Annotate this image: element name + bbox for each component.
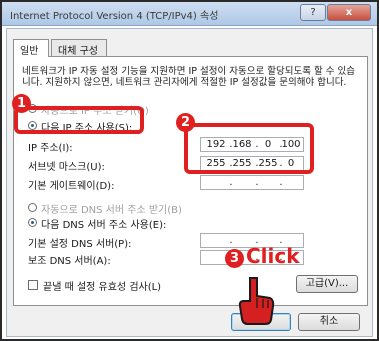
gateway-label: 기본 게이트웨이(D):: [28, 181, 115, 192]
highlight-manual-ip: [14, 106, 144, 134]
auto-dns-label: 자동으로 DNS 서버 주소 받기(B): [41, 205, 182, 216]
validate-checkbox[interactable]: [28, 280, 38, 290]
window-title: Internet Protocol Version 4 (TCP/IPv4) 속…: [10, 11, 219, 22]
general-panel: 네트워크가 IP 자동 설정 기능을 지원하면 IP 설정이 자동으로 할당되도…: [13, 56, 368, 306]
dialog-body: 일반 대체 구성 네트워크가 IP 자동 설정 기능을 지원하면 IP 설정이 …: [6, 28, 373, 337]
preferred-dns-label: 기본 설정 DNS 서버(P):: [28, 239, 132, 250]
title-bar: Internet Protocol Version 4 (TCP/IPv4) 속…: [2, 2, 377, 26]
highlight-ip-fields: [184, 123, 314, 174]
close-button[interactable]: x: [327, 4, 371, 21]
tab-alternate-config[interactable]: 대체 구성: [51, 39, 107, 57]
tab-general[interactable]: 일반: [13, 39, 49, 57]
validate-label: 끝낼 때 설정 유효성 검사(L): [43, 282, 162, 293]
manual-dns-label: 다음 DNS 서버 주소 사용(E):: [41, 220, 167, 231]
gateway-input[interactable]: . . .: [200, 175, 304, 190]
description-text: 네트워크가 IP 자동 설정 기능을 지원하면 IP 설정이 자동으로 할당되도…: [22, 66, 355, 88]
step-3-badge: 3: [225, 249, 244, 268]
click-annotation-text: Click: [246, 244, 300, 268]
manual-dns-radio[interactable]: [28, 218, 37, 227]
step-1-badge: 1: [12, 94, 31, 113]
step-2-badge: 2: [176, 113, 195, 132]
advanced-button[interactable]: 고급(V)...: [296, 275, 358, 293]
pointing-hand-icon: [238, 277, 275, 325]
help-button[interactable]: ?: [300, 4, 326, 21]
auto-dns-radio[interactable]: [28, 203, 37, 212]
cancel-button[interactable]: 취소: [298, 313, 360, 331]
alternate-dns-label: 보조 DNS 서버(A):: [28, 256, 111, 267]
subnet-mask-label: 서브넷 마스크(U):: [28, 162, 105, 173]
ip-address-label: IP 주소(I):: [28, 143, 73, 154]
